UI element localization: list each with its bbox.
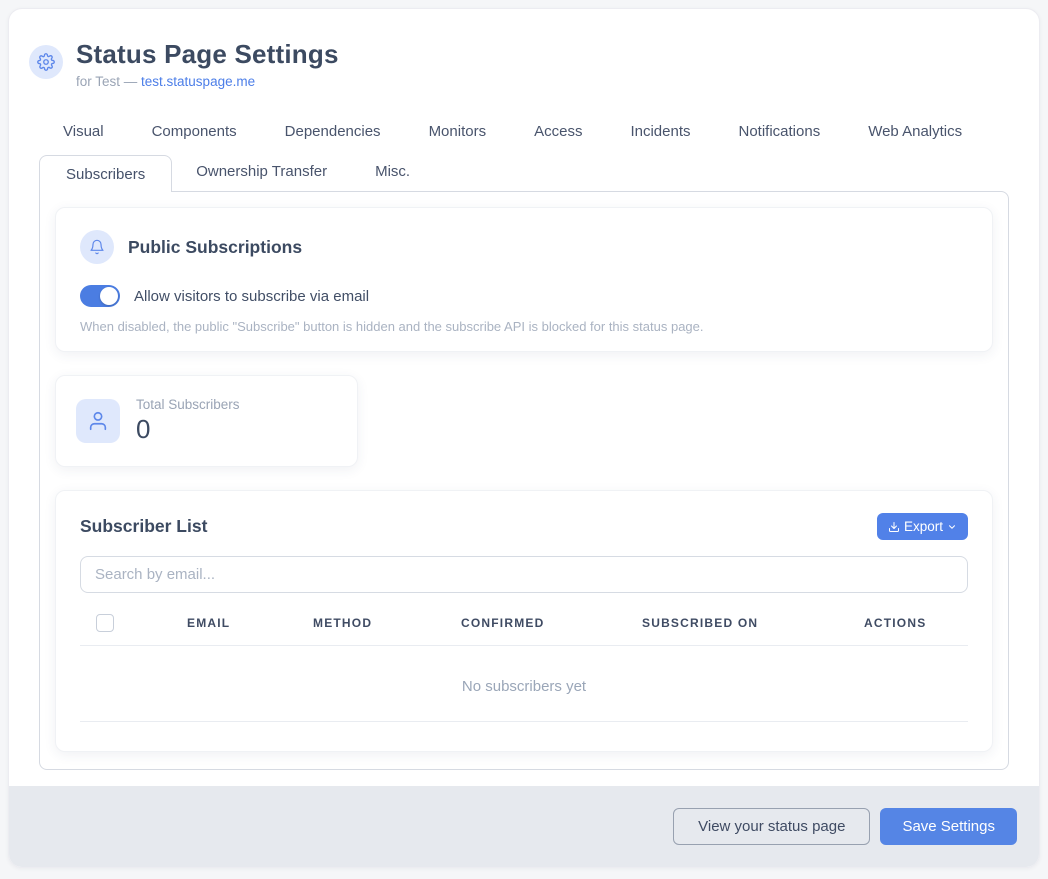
download-icon — [888, 521, 900, 533]
allow-subscribe-toggle[interactable] — [80, 285, 120, 307]
view-status-page-button[interactable]: View your status page — [673, 808, 870, 845]
page-header: Status Page Settings for Test — test.sta… — [9, 9, 1039, 89]
stat-value: 0 — [136, 414, 240, 445]
tab-ownership-transfer[interactable]: Ownership Transfer — [172, 154, 351, 191]
column-confirmed: CONFIRMED — [461, 616, 642, 630]
page-subtitle: for Test — test.statuspage.me — [76, 74, 339, 89]
tabs: Visual Components Dependencies Monitors … — [39, 117, 1009, 191]
export-label: Export — [904, 519, 943, 534]
page-title: Status Page Settings — [76, 39, 339, 70]
column-email: EMAIL — [187, 616, 313, 630]
subscriber-list-title: Subscriber List — [80, 516, 207, 537]
table-header: EMAIL METHOD CONFIRMED SUBSCRIBED ON ACT… — [80, 614, 968, 646]
column-actions: ACTIONS — [864, 616, 968, 630]
subtitle-prefix: for Test — — [76, 74, 141, 89]
public-subscriptions-card: Public Subscriptions Allow visitors to s… — [55, 207, 993, 352]
title-block: Status Page Settings for Test — test.sta… — [76, 39, 339, 89]
tab-visual[interactable]: Visual — [63, 117, 104, 154]
select-all-checkbox[interactable] — [96, 614, 114, 632]
status-page-link[interactable]: test.statuspage.me — [141, 74, 255, 89]
column-subscribed-on: SUBSCRIBED ON — [642, 616, 864, 630]
gear-icon — [29, 45, 63, 79]
tabs-row-1: Visual Components Dependencies Monitors … — [39, 117, 1009, 154]
toggle-knob — [100, 287, 118, 305]
tab-dependencies[interactable]: Dependencies — [285, 117, 381, 154]
search-input[interactable] — [80, 556, 968, 593]
tab-incidents[interactable]: Incidents — [630, 117, 690, 154]
tabs-row-2: Subscribers Ownership Transfer Misc. — [39, 154, 1009, 191]
public-subscriptions-title: Public Subscriptions — [128, 237, 302, 258]
bell-icon — [80, 230, 114, 264]
tab-web-analytics[interactable]: Web Analytics — [868, 117, 962, 154]
tab-notifications[interactable]: Notifications — [739, 117, 821, 154]
tab-misc[interactable]: Misc. — [351, 154, 434, 191]
tab-subscribers[interactable]: Subscribers — [39, 155, 172, 192]
footer-bar: View your status page Save Settings — [9, 786, 1039, 867]
stat-label: Total Subscribers — [136, 397, 240, 412]
subscribe-toggle-row: Allow visitors to subscribe via email — [80, 285, 968, 307]
export-button[interactable]: Export — [877, 513, 968, 540]
tab-access[interactable]: Access — [534, 117, 582, 154]
empty-state-text: No subscribers yet — [462, 678, 586, 695]
empty-state-row: No subscribers yet — [80, 646, 968, 722]
toggle-helper-text: When disabled, the public "Subscribe" bu… — [80, 319, 968, 334]
stat-text: Total Subscribers 0 — [136, 397, 240, 445]
tab-components[interactable]: Components — [152, 117, 237, 154]
subscribers-panel: Public Subscriptions Allow visitors to s… — [39, 191, 1009, 770]
toggle-label: Allow visitors to subscribe via email — [134, 288, 369, 305]
settings-window: Status Page Settings for Test — test.sta… — [8, 8, 1040, 868]
subscriber-list-card: Subscriber List Export EMAIL M — [55, 490, 993, 752]
save-settings-button[interactable]: Save Settings — [880, 808, 1017, 845]
chevron-down-icon — [947, 522, 957, 532]
subscriber-list-header: Subscriber List Export — [80, 513, 968, 540]
column-method: METHOD — [313, 616, 461, 630]
public-subscriptions-header: Public Subscriptions — [80, 230, 968, 264]
tab-monitors[interactable]: Monitors — [429, 117, 487, 154]
person-icon — [76, 399, 120, 443]
select-all-cell — [80, 614, 187, 632]
total-subscribers-card: Total Subscribers 0 — [55, 375, 358, 467]
